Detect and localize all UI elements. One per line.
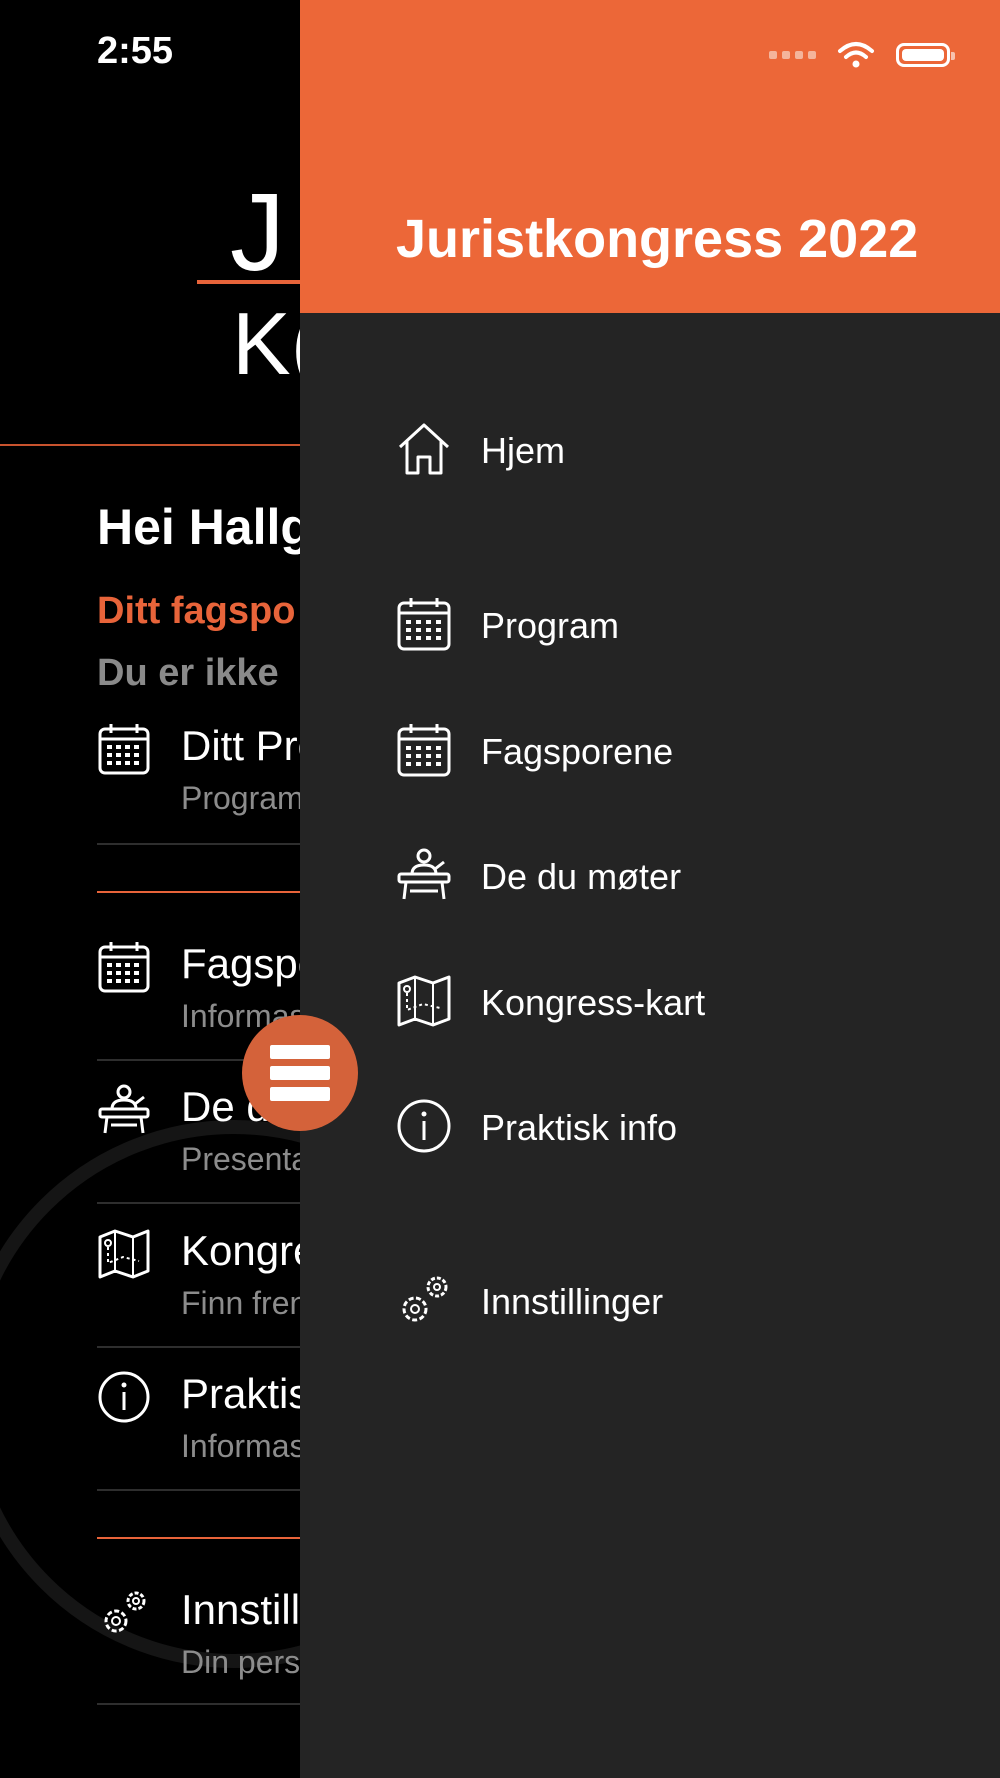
speaker-icon: [98, 1084, 150, 1134]
calendar-icon: [397, 598, 451, 651]
menu-item-de-du-moter[interactable]: De du møter: [396, 847, 956, 907]
fagspor-subtitle: Du er ikke: [97, 652, 279, 694]
logo-letter-j: J: [230, 171, 285, 294]
row-title: Kongre: [181, 1227, 317, 1274]
hamburger-icon-bar: [270, 1087, 330, 1101]
menu-item-innstillinger[interactable]: Innstillinger: [396, 1272, 956, 1332]
wifi-icon: [838, 42, 874, 68]
row-subtitle: Presenta: [181, 1141, 310, 1177]
hamburger-icon-bar: [270, 1066, 330, 1080]
side-drawer: Juristkongress 2022 Hjem Program Fagspor…: [300, 0, 1000, 1778]
row-subtitle: Din pers: [181, 1644, 301, 1680]
menu-item-label: Fagsporene: [481, 731, 674, 772]
logo-divider: [197, 280, 317, 284]
hamburger-icon: [270, 1045, 330, 1059]
menu-item-hjem[interactable]: Hjem: [396, 421, 956, 481]
menu-item-label: De du møter: [481, 856, 682, 897]
menu-item-fagsporene[interactable]: Fagsporene: [396, 722, 956, 782]
menu-item-label: Innstillinger: [481, 1281, 664, 1322]
map-icon: [397, 975, 451, 1027]
row-title: Innstilli: [181, 1586, 310, 1633]
calendar-icon: [98, 942, 150, 993]
drawer-title: Juristkongress 2022: [396, 209, 919, 269]
menu-item-label: Kongress-kart: [481, 982, 706, 1023]
row-subtitle: Program: [181, 780, 304, 816]
menu-item-label: Program: [481, 605, 620, 646]
speaker-icon: [397, 848, 451, 900]
menu-item-praktisk-info[interactable]: Praktisk info: [396, 1098, 956, 1158]
map-icon: [98, 1229, 150, 1279]
menu-item-label: Praktisk info: [481, 1107, 678, 1148]
battery-icon: [896, 43, 955, 67]
fagspor-title: Ditt fagspo: [97, 590, 296, 632]
menu-item-program[interactable]: Program: [396, 596, 956, 656]
calendar-icon: [397, 724, 451, 777]
menu-item-kongress-kart[interactable]: Kongress-kart: [396, 973, 956, 1033]
row-title: Praktis: [181, 1370, 310, 1417]
home-icon: [398, 423, 450, 475]
greeting-text: Hei Hallg: [97, 499, 311, 555]
info-icon: [397, 1099, 451, 1153]
drawer-header: Juristkongress 2022: [300, 0, 1000, 313]
info-icon: [98, 1371, 150, 1423]
row-subtitle: Informas: [181, 1428, 306, 1464]
calendar-icon: [98, 724, 150, 775]
menu-item-label: Hjem: [481, 430, 566, 471]
gears-icon: [104, 1591, 146, 1633]
header-divider: [0, 444, 320, 446]
status-time: 2:55: [97, 30, 174, 72]
row-subtitle: Finn fren: [181, 1285, 308, 1321]
menu-toggle-button[interactable]: [242, 1015, 358, 1131]
gears-icon: [402, 1276, 448, 1322]
status-icons: [769, 40, 955, 70]
cellular-signal-icon: [769, 51, 816, 59]
